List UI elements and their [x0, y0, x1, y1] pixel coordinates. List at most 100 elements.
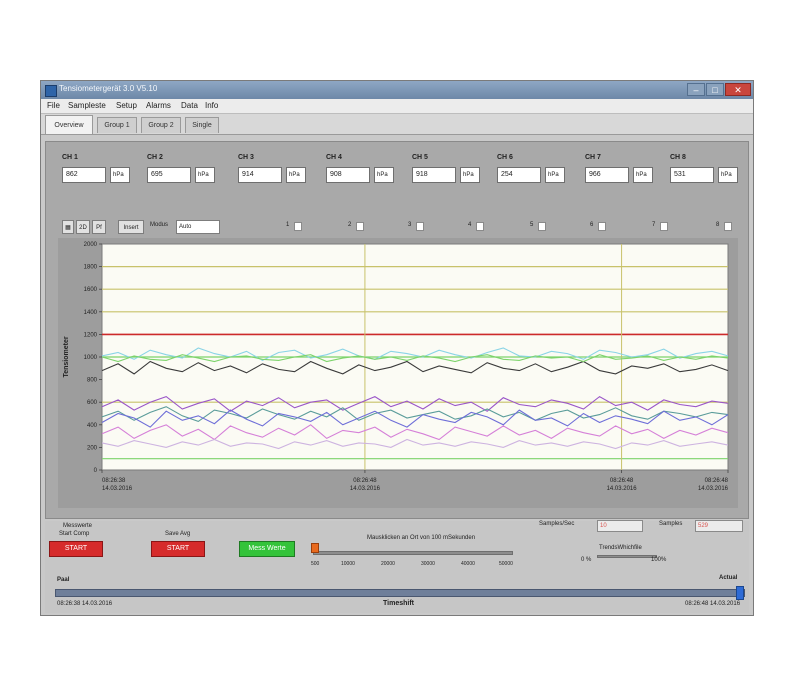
x-tick-label: 08:26:38: [102, 478, 126, 484]
channel-unit-field: hPa: [110, 167, 130, 183]
channel-4: CH 4 908 hPa: [326, 154, 406, 194]
menu-setup[interactable]: Setup: [116, 101, 137, 110]
channel-value-field[interactable]: 531: [670, 167, 714, 183]
series-checkbox[interactable]: [598, 222, 606, 231]
series-checkbox[interactable]: [416, 222, 424, 231]
channel-label: CH 3: [238, 154, 254, 161]
channel-label: CH 7: [585, 154, 601, 161]
channel-value-field[interactable]: 914: [238, 167, 282, 183]
trend-max-label: 100%: [651, 557, 667, 563]
channel-value-field[interactable]: 918: [412, 167, 456, 183]
timeline-label: Timeshift: [383, 600, 414, 607]
channel-8: CH 8 531 hPa: [670, 154, 750, 194]
x-tick-date: 14.03.2016: [698, 486, 729, 492]
channel-value-field[interactable]: 695: [147, 167, 191, 183]
mode-select[interactable]: Auto: [176, 220, 220, 234]
start-comp-label: Start Comp: [59, 531, 90, 537]
overview-panel: CH 1 862 hPa CH 2 695 hPa CH 3 914 hPa C…: [45, 141, 749, 519]
tab-single[interactable]: Single: [185, 117, 219, 133]
series-number: 6: [590, 222, 594, 228]
series-checkbox[interactable]: [538, 222, 546, 231]
y-tick-label: 1000: [84, 355, 98, 361]
channel-value-field[interactable]: 862: [62, 167, 106, 183]
2d-button[interactable]: 2D: [76, 220, 90, 234]
menu-sampleste[interactable]: Sampleste: [68, 101, 106, 110]
channel-label: CH 6: [497, 154, 513, 161]
menu-file[interactable]: File: [47, 101, 60, 110]
insert-button[interactable]: Insert: [118, 220, 144, 234]
channel-label: CH 2: [147, 154, 163, 161]
channel-unit-field: hPa: [718, 167, 738, 183]
tab-overview[interactable]: Overview: [45, 115, 93, 134]
channel-unit-field: hPa: [545, 167, 565, 183]
channel-unit-field: hPa: [460, 167, 480, 183]
right-status-label: Actual: [719, 575, 738, 581]
slider-title: Mausklicken an Ort von 100 mSekunden: [367, 535, 476, 541]
menu-data[interactable]: Data: [181, 101, 198, 110]
series-checkbox[interactable]: [724, 222, 732, 231]
tab-group-1[interactable]: Group 1: [97, 117, 137, 133]
channel-label: CH 4: [326, 154, 342, 161]
timeline-scrollbar[interactable]: [55, 586, 745, 600]
series-number: 7: [652, 222, 656, 228]
mode-label: Modus: [150, 222, 169, 228]
menu-alarms[interactable]: Alarms: [146, 101, 171, 110]
channel-label: CH 1: [62, 154, 78, 161]
y-tick-label: 800: [87, 378, 98, 384]
line-chart[interactable]: 2000180016001400120010008006004002000Ten…: [58, 238, 738, 508]
mess-werte-button[interactable]: Mess Werte: [239, 541, 295, 557]
series-checkbox[interactable]: [294, 222, 302, 231]
series-number: 8: [716, 222, 720, 228]
samples-sec-field[interactable]: 10: [597, 520, 643, 532]
timeline-scroll-thumb[interactable]: [736, 586, 744, 600]
title-bar: Tensiometergerät 3.0 V5.10 – □ ✕: [41, 81, 753, 99]
slider-tick: 20000: [381, 561, 395, 567]
y-tick-label: 1200: [84, 332, 98, 338]
minimize-button[interactable]: –: [687, 83, 705, 96]
channel-value-field[interactable]: 966: [585, 167, 629, 183]
y-tick-label: 1800: [84, 265, 98, 271]
series-number: 5: [530, 222, 534, 228]
menu-info[interactable]: Info: [205, 101, 218, 110]
series-checkbox[interactable]: [660, 222, 668, 231]
pf-button[interactable]: Pf: [92, 220, 106, 234]
close-button[interactable]: ✕: [725, 83, 751, 96]
slider-tick: 50000: [499, 561, 513, 567]
slider-ticks: 500 10000 20000 30000 40000 50000: [311, 561, 521, 569]
interval-slider[interactable]: [313, 551, 513, 555]
slider-tick: 10000: [341, 561, 355, 567]
series-number: 4: [468, 222, 472, 228]
series-checkbox[interactable]: [356, 222, 364, 231]
series-number: 1: [286, 222, 290, 228]
trend-slider[interactable]: [597, 555, 657, 558]
control-panel: Messwerte Start Comp START Save Avg STAR…: [45, 520, 749, 613]
samples-field[interactable]: 529: [695, 520, 743, 532]
channel-6: CH 6 254 hPa: [497, 154, 577, 194]
series-checkbox[interactable]: [476, 222, 484, 231]
y-tick-label: 1400: [84, 310, 98, 316]
channel-unit-field: hPa: [374, 167, 394, 183]
y-tick-label: 200: [87, 445, 98, 451]
grid-toggle-button[interactable]: ▦: [62, 220, 74, 234]
channel-unit-field: hPa: [633, 167, 653, 183]
x-tick-date: 14.03.2016: [607, 486, 638, 492]
trend-min-label: 0 %: [581, 557, 592, 563]
maximize-button[interactable]: □: [706, 83, 724, 96]
x-tick-label: 08:26:48: [705, 478, 729, 484]
channel-3: CH 3 914 hPa: [238, 154, 318, 194]
slider-tick: 30000: [421, 561, 435, 567]
start-button[interactable]: START: [49, 541, 103, 557]
interval-slider-knob[interactable]: [311, 543, 319, 553]
channel-7: CH 7 966 hPa: [585, 154, 665, 194]
menu-bar: File Sampleste Setup Alarms Data Info: [41, 99, 753, 114]
timeline-start: 08:26:38 14.03.2016: [57, 601, 113, 607]
channel-value-field[interactable]: 254: [497, 167, 541, 183]
timeline-end: 08:26:48 14.03.2016: [685, 601, 741, 607]
save-start-button[interactable]: START: [151, 541, 205, 557]
tab-group-2[interactable]: Group 2: [141, 117, 181, 133]
channel-label: CH 8: [670, 154, 686, 161]
samples-sec-label: Samples/Sec: [539, 521, 575, 527]
channel-2: CH 2 695 hPa: [147, 154, 227, 194]
channel-unit-field: hPa: [286, 167, 306, 183]
channel-value-field[interactable]: 908: [326, 167, 370, 183]
